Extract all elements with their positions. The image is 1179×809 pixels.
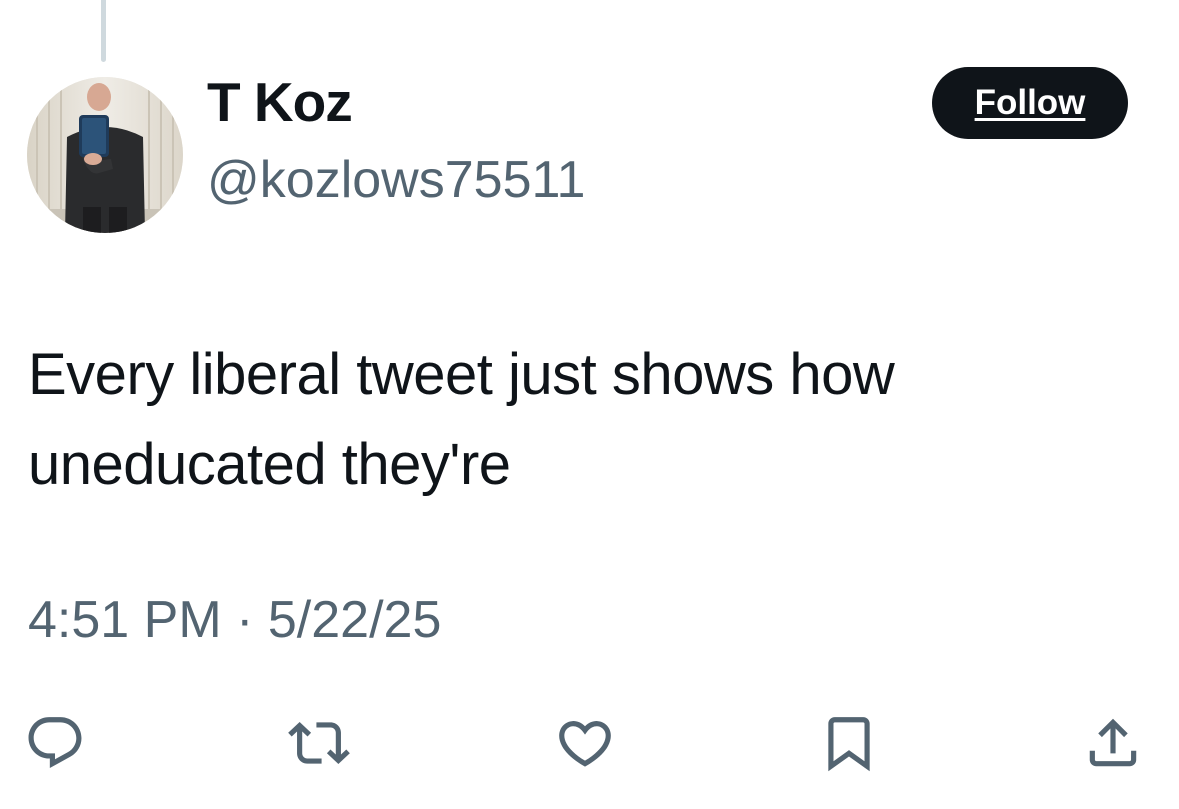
avatar[interactable] — [27, 77, 183, 233]
follow-button[interactable]: Follow — [932, 67, 1128, 139]
tweet-time: 4:51 PM — [28, 591, 222, 649]
tweet-detail: T Koz @kozlows75511 Follow Every liberal… — [0, 0, 1179, 809]
thread-connector-line — [101, 0, 106, 62]
tweet-timestamp[interactable]: 4:51 PM · 5/22/25 — [28, 590, 441, 650]
tweet-text: Every liberal tweet just shows how unedu… — [28, 342, 895, 497]
retweet-icon — [288, 722, 350, 764]
author-handle[interactable]: @kozlows75511 — [207, 150, 585, 210]
reply-icon — [28, 717, 82, 769]
author-display-name[interactable]: T Koz — [207, 70, 353, 134]
tweet-action-bar — [0, 708, 1179, 778]
like-button[interactable] — [550, 708, 620, 778]
avatar-photo — [27, 77, 183, 233]
reply-button[interactable] — [20, 708, 90, 778]
bookmark-icon — [828, 717, 870, 772]
bookmark-button[interactable] — [814, 708, 884, 778]
share-button[interactable] — [1078, 708, 1148, 778]
like-icon — [559, 721, 611, 767]
retweet-button[interactable] — [284, 708, 354, 778]
timestamp-separator: · — [236, 591, 254, 649]
tweet-date: 5/22/25 — [267, 591, 442, 649]
share-icon — [1089, 718, 1137, 767]
